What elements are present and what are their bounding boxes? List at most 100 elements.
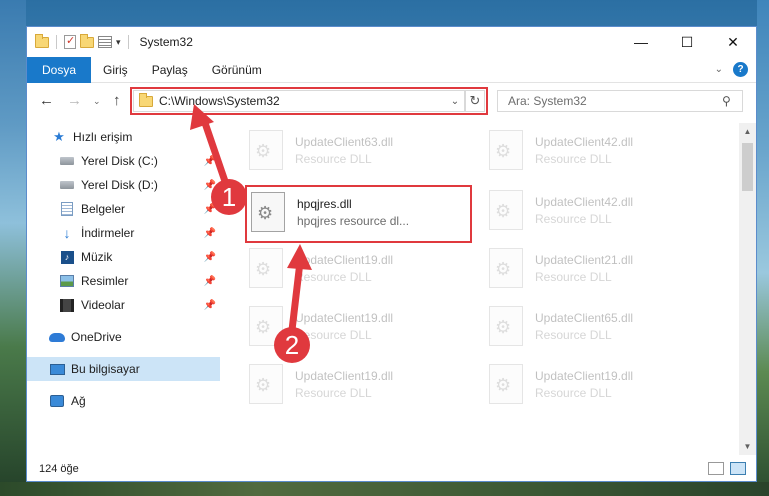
ribbon-tabs: Dosya Giriş Paylaş Görünüm ⌄ ? [27,56,756,83]
pin-icon[interactable]: 📌 [204,180,216,191]
pin-icon[interactable]: 📌 [204,204,216,215]
quick-access-toolbar: ▾ [35,33,132,49]
vertical-scrollbar[interactable]: ▲ ▼ [739,123,756,455]
sidebar-item-downloads[interactable]: ↓ İndirmeler 📌 [27,221,220,245]
sidebar-item-this-pc[interactable]: Bu bilgisayar [27,357,220,381]
download-icon: ↓ [63,225,71,241]
sidebar-item-quick-access[interactable]: ★ Hızlı erişim [27,125,220,149]
dll-file-icon [489,364,523,404]
search-icon[interactable]: ⚲ [722,94,742,108]
file-description: Resource DLL [535,385,612,400]
sidebar-item-label: OneDrive [71,330,122,344]
sidebar-item-label: Bu bilgisayar [71,362,140,376]
up-arrow-icon[interactable]: ↑ [113,92,121,109]
details-view-icon[interactable] [708,462,724,475]
file-item[interactable]: UpdateClient65.dll Resource DLL [489,303,719,349]
desktop-background-left [0,0,26,496]
file-item[interactable]: UpdateClient42.dll Resource DLL [489,187,719,233]
network-icon [49,394,65,408]
file-item[interactable]: UpdateClient19.dll Resource DLL [249,361,479,407]
cloud-icon [49,330,65,344]
file-description: Resource DLL [535,151,612,166]
forward-arrow-icon[interactable]: → [67,92,82,109]
sidebar-item-label: Yerel Disk (D:) [81,178,158,192]
scroll-up-arrow-icon[interactable]: ▲ [739,123,756,140]
pin-icon[interactable]: 📌 [204,252,216,263]
recent-locations-chevron-icon[interactable]: ⌄ [93,96,101,107]
expand-ribbon-chevron-icon[interactable]: ⌄ [715,64,723,75]
ribbon-right-controls: ⌄ ? [715,62,748,77]
back-arrow-icon[interactable]: ← [39,92,54,109]
dll-file-icon [489,306,523,346]
file-item[interactable]: UpdateClient63.dll Resource DLL [249,127,479,173]
pin-icon[interactable]: 📌 [204,228,216,239]
sidebar-item-label: Belgeler [81,202,126,216]
customize-toolbar-arrow-icon[interactable]: ▾ [116,37,121,48]
tab-share[interactable]: Paylaş [140,57,200,83]
file-description: Resource DLL [295,151,372,166]
close-button[interactable]: ✕ [710,27,756,57]
list-properties-icon[interactable] [98,36,112,48]
sidebar-item-label: Yerel Disk (C:) [81,154,158,168]
window-title: System32 [139,35,193,49]
file-name: UpdateClient42.dll [535,134,634,149]
item-count: 124 öğe [39,463,79,475]
tab-file[interactable]: Dosya [27,56,92,83]
pictures-icon [59,274,75,288]
search-input[interactable]: Ara: System32 ⚲ [497,90,743,112]
music-icon: ♪ [59,250,75,264]
dll-file-icon [489,130,523,170]
documents-icon [59,202,75,216]
file-description: Resource DLL [535,327,612,342]
properties-check-icon[interactable] [64,34,76,49]
desktop-background-right [757,0,769,496]
sidebar-item-network[interactable]: Ağ [27,389,220,413]
file-name: UpdateClient19.dll [535,368,634,383]
sidebar-item-music[interactable]: ♪ Müzik 📌 [27,245,220,269]
file-item[interactable]: UpdateClient19.dll Resource DLL [249,303,479,349]
sidebar-item-onedrive[interactable]: OneDrive [27,325,220,349]
large-icons-view-icon[interactable] [730,462,746,475]
file-name: UpdateClient21.dll [535,252,634,267]
file-name: UpdateClient19.dll [295,310,394,325]
videos-icon [59,298,75,312]
file-item[interactable]: UpdateClient19.dll Resource DLL [489,361,719,407]
pin-icon[interactable]: 📌 [204,276,216,287]
tab-home[interactable]: Giriş [91,57,140,83]
sidebar-item-local-disk-d[interactable]: Yerel Disk (D:) 📌 [27,173,220,197]
file-highlight-box [245,185,472,243]
desktop-background-bottom [0,482,769,496]
window-controls: — ☐ ✕ [618,27,756,57]
minimize-button[interactable]: — [618,27,664,57]
dll-file-icon [249,130,283,170]
file-description: Resource DLL [535,269,612,284]
sidebar-item-local-disk-c[interactable]: Yerel Disk (C:) 📌 [27,149,220,173]
file-item[interactable]: UpdateClient21.dll Resource DLL [489,245,719,291]
maximize-button[interactable]: ☐ [664,27,710,57]
new-folder-icon[interactable] [80,33,94,48]
file-item[interactable]: UpdateClient19.dll Resource DLL [249,245,479,291]
dll-file-icon [489,190,523,230]
sidebar-item-documents[interactable]: Belgeler 📌 [27,197,220,221]
star-icon: ★ [53,129,65,144]
address-row: ← → ⌄ ↑ C:\Windows\System32 ⌄ ↻ Ara: Sys… [27,85,756,117]
sidebar-item-videos[interactable]: Videolar 📌 [27,293,220,317]
pin-icon[interactable]: 📌 [204,300,216,311]
sidebar-item-label: Resimler [81,274,129,288]
sidebar-item-pictures[interactable]: Resimler 📌 [27,269,220,293]
tab-view[interactable]: Görünüm [200,57,274,83]
scroll-down-arrow-icon[interactable]: ▼ [739,438,756,455]
scrollbar-thumb[interactable] [742,143,753,191]
folder-icon [35,33,49,48]
help-icon[interactable]: ? [733,62,748,77]
navigation-pane: ★ Hızlı erişim Yerel Disk (C:) 📌 Yerel D… [27,123,220,453]
sidebar-item-label: Videolar [81,298,125,312]
file-name: UpdateClient63.dll [295,134,394,149]
pin-icon[interactable]: 📌 [204,156,216,167]
file-name: UpdateClient19.dll [295,252,394,267]
sidebar-item-label: Hızlı erişim [73,130,133,144]
file-item[interactable]: UpdateClient42.dll Resource DLL [489,127,719,173]
status-bar: 124 öğe [27,457,756,481]
file-description: Resource DLL [295,327,372,342]
file-name: UpdateClient65.dll [535,310,634,325]
